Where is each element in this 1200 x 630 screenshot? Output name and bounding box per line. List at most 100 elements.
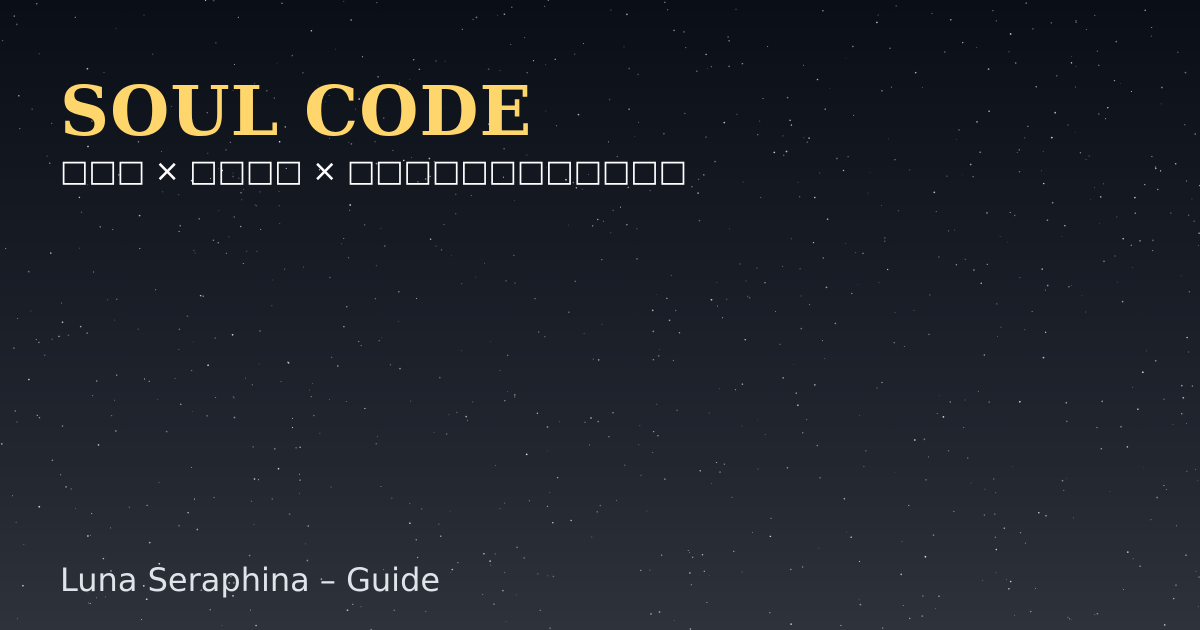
star xyxy=(764,434,766,435)
star xyxy=(1050,22,1052,24)
star xyxy=(152,53,154,55)
star xyxy=(583,43,585,45)
star xyxy=(876,387,878,389)
star xyxy=(812,241,815,244)
star xyxy=(174,378,176,379)
star xyxy=(847,156,849,158)
star xyxy=(736,113,738,115)
star xyxy=(61,321,64,324)
star xyxy=(863,466,865,468)
star xyxy=(335,48,337,50)
star xyxy=(1134,212,1137,214)
star xyxy=(748,296,751,299)
star xyxy=(685,47,687,49)
star xyxy=(1099,196,1102,198)
star xyxy=(256,205,258,207)
star xyxy=(845,243,847,245)
star xyxy=(552,575,555,578)
star xyxy=(744,338,746,341)
star xyxy=(597,420,599,423)
star xyxy=(757,468,759,470)
star xyxy=(790,124,793,126)
star xyxy=(446,433,448,435)
star xyxy=(260,228,262,230)
star xyxy=(735,8,737,10)
star xyxy=(775,311,777,313)
star xyxy=(179,403,182,406)
star xyxy=(276,62,278,64)
star xyxy=(16,421,18,423)
star xyxy=(696,70,698,72)
star xyxy=(1150,518,1152,521)
star xyxy=(1032,28,1034,30)
star xyxy=(547,575,549,577)
star xyxy=(996,336,998,337)
star xyxy=(1014,62,1017,64)
star xyxy=(842,169,845,172)
star xyxy=(707,68,709,69)
star xyxy=(953,511,955,512)
star xyxy=(380,227,382,229)
star xyxy=(988,110,990,112)
star xyxy=(494,553,496,555)
star xyxy=(995,572,997,574)
star xyxy=(137,328,139,330)
star xyxy=(237,16,240,19)
hero-card: { "title": "SOUL CODE", "subtitle": "□□□… xyxy=(0,0,1200,630)
star xyxy=(215,41,217,44)
star xyxy=(1188,291,1191,293)
star xyxy=(1130,90,1132,93)
star xyxy=(652,330,655,333)
star xyxy=(741,571,743,573)
star xyxy=(596,511,598,513)
star xyxy=(711,482,712,484)
star xyxy=(994,513,996,515)
star xyxy=(80,211,83,213)
star xyxy=(455,213,457,215)
star xyxy=(676,409,678,411)
star xyxy=(1094,14,1096,17)
star xyxy=(1046,219,1049,222)
star xyxy=(70,488,72,490)
star xyxy=(890,86,892,88)
star xyxy=(346,609,349,612)
star xyxy=(908,617,911,620)
star xyxy=(358,340,360,343)
star xyxy=(524,37,526,39)
star xyxy=(374,298,376,300)
star xyxy=(60,474,62,476)
star xyxy=(231,333,234,336)
star xyxy=(158,481,160,483)
star xyxy=(1126,446,1129,448)
star xyxy=(601,259,603,261)
star xyxy=(233,216,235,218)
star xyxy=(116,374,118,376)
star xyxy=(741,383,744,385)
star xyxy=(217,242,219,244)
star xyxy=(1145,350,1147,352)
star xyxy=(592,225,594,227)
star xyxy=(1113,79,1116,82)
star xyxy=(702,174,705,176)
star xyxy=(1070,62,1073,64)
star xyxy=(783,154,785,156)
star xyxy=(299,446,301,449)
star xyxy=(921,87,923,89)
star xyxy=(626,13,628,16)
star xyxy=(708,412,710,414)
star xyxy=(876,21,878,24)
star xyxy=(601,323,603,325)
star xyxy=(1098,223,1100,224)
star xyxy=(829,87,831,89)
star xyxy=(1008,588,1010,590)
star xyxy=(1075,66,1077,68)
star xyxy=(186,315,189,318)
star xyxy=(869,172,871,173)
star xyxy=(461,28,463,30)
star xyxy=(850,536,853,539)
star xyxy=(440,249,443,251)
star xyxy=(664,478,666,480)
star xyxy=(0,443,3,445)
star xyxy=(51,459,54,462)
star xyxy=(961,174,963,176)
